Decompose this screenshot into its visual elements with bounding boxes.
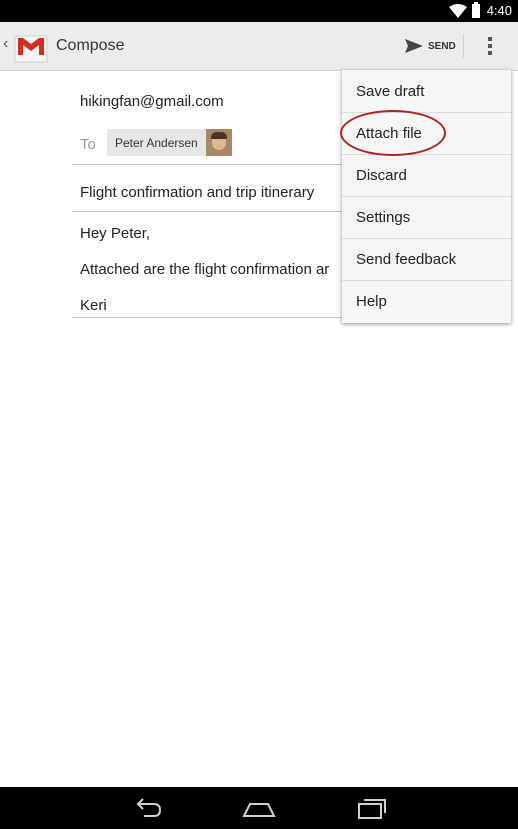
body-divider xyxy=(72,317,372,318)
menu-item-label: Attach file xyxy=(356,125,422,142)
recent-apps-icon[interactable] xyxy=(355,796,387,820)
send-button[interactable]: SEND xyxy=(404,34,456,58)
to-label: To xyxy=(80,136,96,153)
page-title: Compose xyxy=(56,37,125,54)
menu-item-discard[interactable]: Discard xyxy=(342,154,511,197)
contact-photo xyxy=(205,129,232,156)
menu-item-send-feedback[interactable]: Send feedback xyxy=(342,238,511,281)
action-bar: ‹ Compose SEND xyxy=(0,22,518,71)
to-field[interactable]: To Peter Andersen xyxy=(72,121,372,165)
overflow-menu-icon[interactable] xyxy=(484,34,496,58)
menu-item-settings[interactable]: Settings xyxy=(342,196,511,239)
menu-item-attach-file[interactable]: Attach file xyxy=(342,112,511,155)
from-account[interactable]: hikingfan@gmail.com xyxy=(80,93,224,110)
overflow-menu: Save draft Attach file Discard Settings … xyxy=(342,70,511,323)
send-label: SEND xyxy=(428,40,456,52)
body-line[interactable]: Hey Peter, xyxy=(80,225,150,242)
menu-item-help[interactable]: Help xyxy=(342,280,511,322)
navigation-bar xyxy=(0,787,518,829)
send-arrow-icon xyxy=(405,39,423,53)
subject-field[interactable]: Flight confirmation and trip itinerary xyxy=(72,170,372,212)
home-icon[interactable] xyxy=(242,796,276,820)
body-line[interactable]: Attached are the flight confirmation ar xyxy=(80,261,329,278)
status-time: 4:40 xyxy=(486,3,512,18)
menu-item-label: Save draft xyxy=(356,83,425,100)
body-line[interactable]: Keri xyxy=(80,297,107,314)
recipient-name: Peter Andersen xyxy=(115,135,198,150)
back-icon[interactable] xyxy=(134,796,164,820)
wifi-icon xyxy=(449,4,467,18)
menu-item-label: Discard xyxy=(356,167,407,184)
menu-item-save-draft[interactable]: Save draft xyxy=(342,70,511,113)
subject-text: Flight confirmation and trip itinerary xyxy=(80,184,315,201)
action-bar-divider xyxy=(463,34,464,58)
menu-item-label: Send feedback xyxy=(356,251,457,268)
menu-item-label: Settings xyxy=(356,209,411,226)
status-bar: 4:40 xyxy=(0,0,518,22)
battery-icon xyxy=(472,2,480,18)
gmail-logo[interactable] xyxy=(13,28,49,64)
menu-item-label: Help xyxy=(356,293,387,310)
up-caret-icon[interactable]: ‹ xyxy=(3,35,8,53)
recipient-chip[interactable]: Peter Andersen xyxy=(107,129,232,156)
